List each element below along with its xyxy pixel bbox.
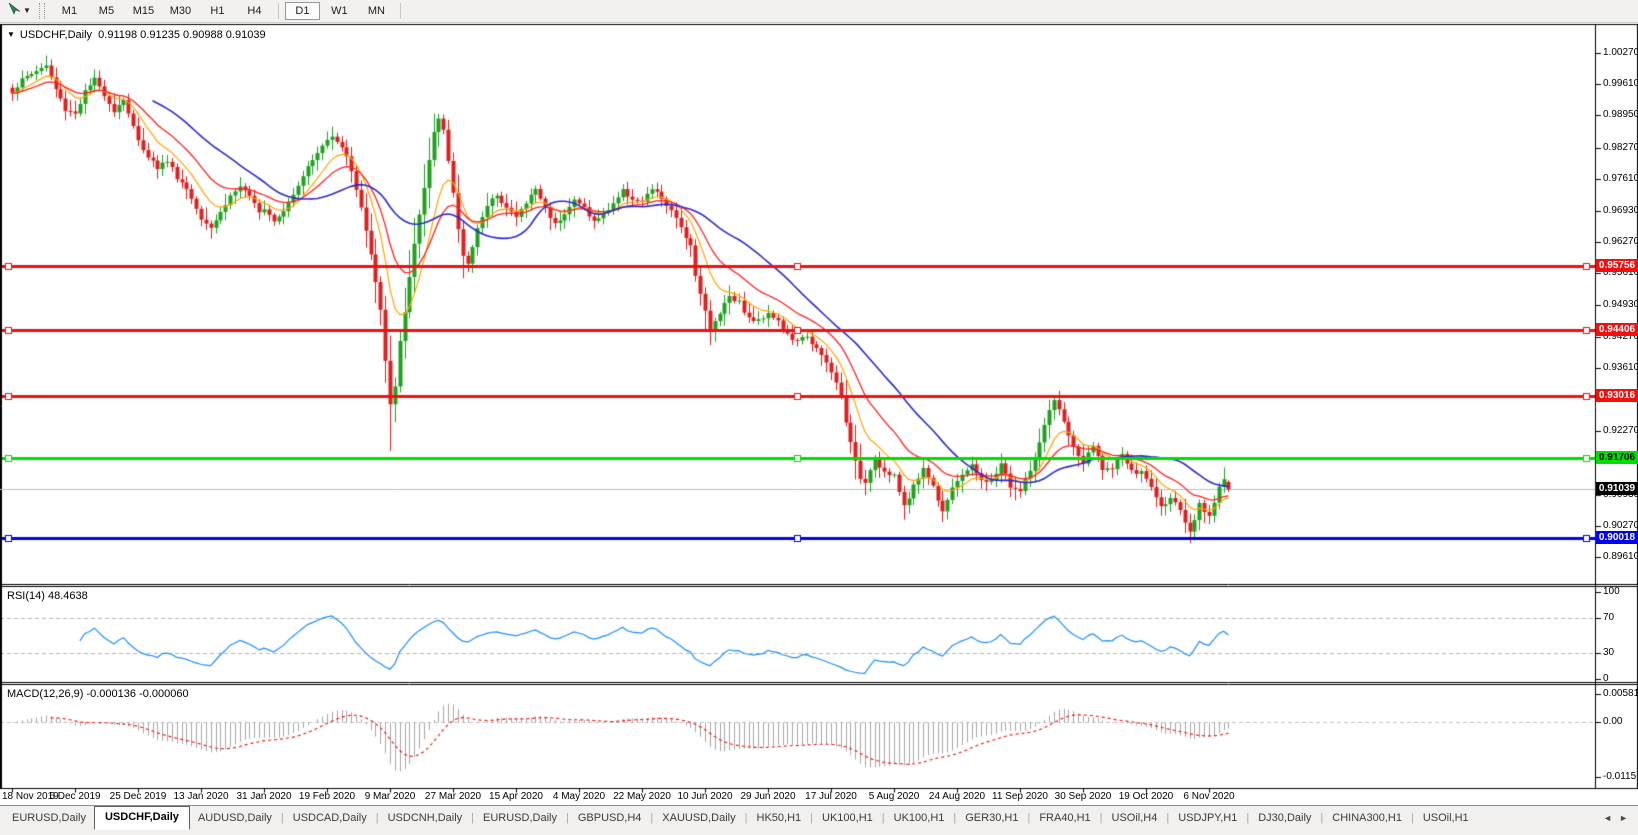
- chart-tab-usdcad-3[interactable]: USDCAD,Daily: [285, 809, 375, 827]
- rsi-axis-tick: 30: [1603, 647, 1615, 658]
- timeframe-button-h1[interactable]: H1: [200, 2, 235, 20]
- price-axis-tick: 0.98950: [1603, 109, 1638, 120]
- chart-tab-usdchf-1[interactable]: USDCHF,Daily: [93, 806, 190, 830]
- price-axis-tick: 0.96270: [1603, 236, 1638, 247]
- date-axis-tick: 30 Sep 2020: [1054, 791, 1112, 802]
- date-axis-tick: 5 Aug 2020: [868, 791, 920, 802]
- date-axis-tick: 19 Feb 2020: [298, 791, 356, 802]
- chart-tab-uk100-10[interactable]: UK100,H1: [886, 809, 953, 827]
- price-level-badge: 0.95756: [1596, 259, 1638, 272]
- tab-scroll-arrows: ◄ ►: [1603, 809, 1634, 823]
- date-axis-tick: 10 Jun 2020: [677, 791, 733, 802]
- chart-title-ohlc: 0.91198 0.91235 0.90988 0.91039: [98, 29, 266, 41]
- date-axis-tick: 27 Mar 2020: [424, 791, 482, 802]
- chart-tab-usdcnh-4[interactable]: USDCNH,Daily: [380, 809, 471, 827]
- date-axis-tick: 29 Jun 2020: [740, 791, 796, 802]
- date-axis-tick: 31 Jan 2020: [236, 791, 292, 802]
- chart-cursor-icon: [7, 2, 21, 21]
- date-axis-tick: 11 Sep 2020: [992, 791, 1048, 802]
- chart-tab-china300-16[interactable]: CHINA300,H1: [1324, 809, 1410, 827]
- collapse-triangle-icon[interactable]: ▼: [7, 30, 15, 39]
- price-axis-tick: 0.98270: [1603, 142, 1638, 153]
- chart-tab-usoil-13[interactable]: USOil,H4: [1104, 809, 1166, 827]
- price-level-badge: 0.91706: [1596, 451, 1638, 464]
- date-axis-tick: 15 Apr 2020: [489, 791, 543, 802]
- toolbar-separator: [399, 3, 401, 19]
- price-axis-tick: 0.97610: [1603, 173, 1638, 184]
- date-axis-tick: 17 Jul 2020: [805, 791, 857, 802]
- rsi-indicator-label: RSI(14) 48.4638: [7, 590, 88, 602]
- price-axis-tick: 1.00270: [1603, 47, 1638, 58]
- timeframe-button-m1[interactable]: M1: [52, 2, 87, 20]
- chart-tab-dj30-15[interactable]: DJ30,Daily: [1250, 809, 1319, 827]
- date-axis-tick: 19 Oct 2020: [1118, 791, 1174, 802]
- date-axis-tick: 6 Dec 2019: [49, 791, 101, 802]
- timeframe-buttons: M1 M5 M15 M30 H1 H4 D1 W1 MN: [51, 2, 406, 20]
- price-axis-tick: 0.93610: [1603, 362, 1638, 373]
- price-axis-tick: 0.92270: [1603, 425, 1638, 436]
- rsi-axis-tick: 0: [1603, 673, 1609, 684]
- timeframe-button-mn[interactable]: MN: [359, 2, 394, 20]
- price-level-badge: 0.94406: [1596, 323, 1638, 336]
- date-axis-tick: 13 Jan 2020: [173, 791, 229, 802]
- macd-axis-tick: 0.00: [1603, 716, 1623, 727]
- date-axis-tick: 6 Nov 2020: [1183, 791, 1235, 802]
- tab-scroll-left-icon[interactable]: ◄: [1603, 813, 1612, 823]
- date-axis-tick: 4 May 2020: [552, 791, 606, 802]
- price-chart-canvas[interactable]: [0, 23, 1638, 805]
- timeframe-button-m5[interactable]: M5: [89, 2, 124, 20]
- price-axis-tick: 0.99610: [1603, 78, 1638, 89]
- chart-tab-bar: EURUSD,Daily USDCHF,Daily AUDUSD,Daily | USD…: [0, 805, 1638, 835]
- price-level-badge: 0.93016: [1596, 389, 1638, 402]
- chart-title-symbol: USDCHF,Daily: [19, 29, 93, 41]
- chart-tab-eurusd-0[interactable]: EURUSD,Daily: [4, 809, 94, 827]
- timeframe-button-w1[interactable]: W1: [322, 2, 357, 20]
- timeframe-toolbar: ▼ M1 M5 M15 M30 H1 H4 D1 W1 MN: [0, 0, 1638, 23]
- chart-tab-fra40-12[interactable]: FRA40,H1: [1031, 809, 1098, 827]
- rsi-axis-tick: 100: [1603, 586, 1620, 597]
- tab-scroll-right-icon[interactable]: ►: [1619, 813, 1628, 823]
- timeframe-button-h4[interactable]: H4: [237, 2, 272, 20]
- timeframe-button-d1[interactable]: D1: [284, 2, 320, 20]
- toolbar-separator: [277, 3, 279, 19]
- current-price-badge: 0.91039: [1596, 482, 1638, 495]
- date-axis-tick: 25 Dec 2019: [109, 791, 167, 802]
- chart-tab-ger30-11[interactable]: GER30,H1: [957, 809, 1026, 827]
- price-axis-tick: 0.96930: [1603, 205, 1638, 216]
- price-axis-tick: 0.94930: [1603, 299, 1638, 310]
- chart-tab-eurusd-5[interactable]: EURUSD,Daily: [475, 809, 565, 827]
- chart-window: ▼ USDCHF,Daily 0.91198 0.91235 0.90988 0.…: [0, 23, 1638, 805]
- chart-tab-uk100-9[interactable]: UK100,H1: [814, 809, 881, 827]
- date-axis-tick: 22 May 2020: [613, 791, 671, 802]
- chart-tab-usdjpy-14[interactable]: USDJPY,H1: [1170, 809, 1245, 827]
- toolbar-grip[interactable]: [38, 3, 45, 19]
- chart-tab-xauusd-7[interactable]: XAUUSD,Daily: [654, 809, 743, 827]
- dropdown-caret-icon: ▼: [23, 6, 31, 15]
- price-level-badge: 0.90018: [1596, 531, 1638, 544]
- rsi-axis-tick: 70: [1603, 612, 1615, 623]
- macd-axis-tick: 0.005818: [1603, 688, 1638, 699]
- timeframe-button-m15[interactable]: M15: [126, 2, 161, 20]
- price-axis-tick: 0.89610: [1603, 551, 1638, 562]
- macd-axis-tick: -0.011514: [1603, 771, 1638, 782]
- chart-tool-button[interactable]: ▼: [3, 0, 35, 23]
- macd-indicator-label: MACD(12,26,9) -0.000136 -0.000060: [7, 688, 189, 700]
- chart-tab-audusd-2[interactable]: AUDUSD,Daily: [190, 809, 280, 827]
- date-axis-tick: 9 Mar 2020: [364, 791, 416, 802]
- date-axis-tick: 24 Aug 2020: [928, 791, 986, 802]
- chart-tab-hk50-8[interactable]: HK50,H1: [749, 809, 810, 827]
- chart-tab-usoil-17[interactable]: USOil,H1: [1415, 809, 1477, 827]
- mt4-window: ▼ M1 M5 M15 M30 H1 H4 D1 W1 MN ▼ USDCHF,Daily 0.9…: [0, 0, 1638, 835]
- chart-tab-gbpusd-6[interactable]: GBPUSD,H4: [570, 809, 650, 827]
- timeframe-button-m30[interactable]: M30: [163, 2, 198, 20]
- chart-title: ▼ USDCHF,Daily 0.91198 0.91235 0.90988 0.…: [7, 29, 266, 41]
